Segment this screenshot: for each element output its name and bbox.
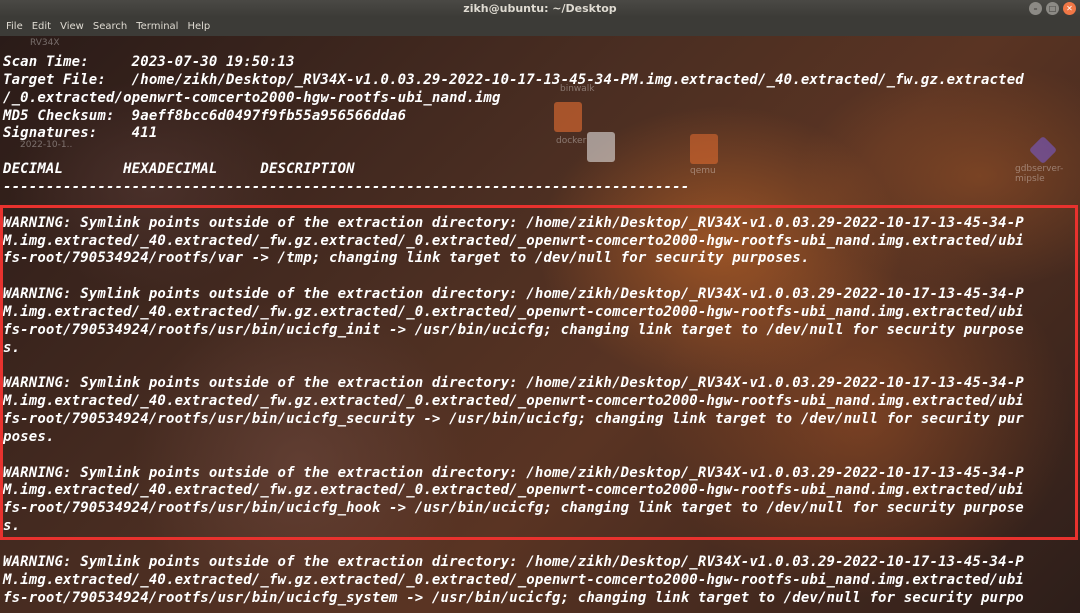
terminal-line: Scan Time: 2023-07-30 19:50:13 xyxy=(3,54,295,70)
terminal-line: M.img.extracted/_40.extracted/_fw.gz.ext… xyxy=(3,232,1024,249)
terminal-line: fs-root/790534924/rootfs/usr/bin/ucicfg_… xyxy=(3,411,1024,427)
desktop-label: docker xyxy=(556,136,587,146)
terminal-line: M.img.extracted/_40.extracted/_fw.gz.ext… xyxy=(3,571,1024,588)
menu-help[interactable]: Help xyxy=(187,21,210,32)
file-icon xyxy=(1028,135,1058,165)
barcode-icon xyxy=(587,132,615,162)
minimize-icon[interactable]: – xyxy=(1029,2,1042,15)
terminal-line: fs-root/790534924/rootfs/usr/bin/ucicfg_… xyxy=(3,589,1024,606)
terminal-line: WARNING: Symlink points outside of the e… xyxy=(3,286,1024,303)
window-controls: – □ ✕ xyxy=(1029,2,1076,15)
menu-search[interactable]: Search xyxy=(93,21,127,32)
terminal-line: M.img.extracted/_40.extracted/_fw.gz.ext… xyxy=(3,482,1024,499)
terminal-line: ----------------------------------------… xyxy=(3,178,690,195)
terminal-line: WARNING: Symlink points outside of the e… xyxy=(3,464,1024,481)
title-bar[interactable]: zikh@ubuntu: ~/Desktop – □ ✕ xyxy=(0,0,1080,17)
menu-file[interactable]: File xyxy=(6,21,23,32)
terminal-line: M.img.extracted/_40.extracted/_fw.gz.ext… xyxy=(3,393,1024,410)
terminal-line: MD5 Checksum: 9aeff8bcc6d0497f9fb55a9565… xyxy=(3,107,407,124)
terminal-line: s. xyxy=(3,518,21,535)
desktop-label: gdbserver-mipsle xyxy=(1015,164,1064,184)
folder-icon xyxy=(554,102,582,132)
desktop-label: RV34X xyxy=(30,38,60,48)
folder-icon xyxy=(690,134,718,164)
menu-view[interactable]: View xyxy=(60,21,84,32)
terminal-line: fs-root/790534924/rootfs/usr/bin/ucicfg_… xyxy=(3,321,1024,338)
terminal-line: DECIMAL HEXADECIMAL DESCRIPTION xyxy=(3,161,355,178)
menu-edit[interactable]: Edit xyxy=(32,21,51,32)
terminal-line: fs-root/790534924/rootfs/var -> /tmp; ch… xyxy=(3,250,810,267)
terminal-line: M.img.extracted/_40.extracted/_fw.gz.ext… xyxy=(3,303,1024,320)
close-icon[interactable]: ✕ xyxy=(1063,2,1076,15)
terminal-window: zikh@ubuntu: ~/Desktop – □ ✕ File Edit V… xyxy=(0,0,1080,613)
maximize-icon[interactable]: □ xyxy=(1046,2,1059,15)
terminal-line: /_0.extracted/openwrt-comcerto2000-hgw-r… xyxy=(3,89,501,106)
terminal-line: WARNING: Symlink points outside of the e… xyxy=(3,553,1024,570)
terminal-line: WARNING: Symlink points outside of the e… xyxy=(3,214,1024,231)
terminal-output[interactable]: binwalk qemu gdbserver-mipsle 2022-10-1.… xyxy=(0,36,1080,613)
terminal-line: poses. xyxy=(3,428,55,445)
desktop-label: qemu xyxy=(690,166,716,176)
window-title: zikh@ubuntu: ~/Desktop xyxy=(463,2,617,15)
menu-terminal[interactable]: Terminal xyxy=(136,21,178,32)
terminal-line: s. xyxy=(3,339,21,356)
terminal-line: Target File: /home/zikh/Desktop/_RV34X-v… xyxy=(3,71,1024,88)
menu-bar: File Edit View Search Terminal Help xyxy=(0,17,1080,36)
terminal-line: Signatures: 411 xyxy=(3,125,158,142)
terminal-line: fs-root/790534924/rootfs/usr/bin/ucicfg_… xyxy=(3,500,1024,517)
terminal-line: WARNING: Symlink points outside of the e… xyxy=(3,375,1024,392)
